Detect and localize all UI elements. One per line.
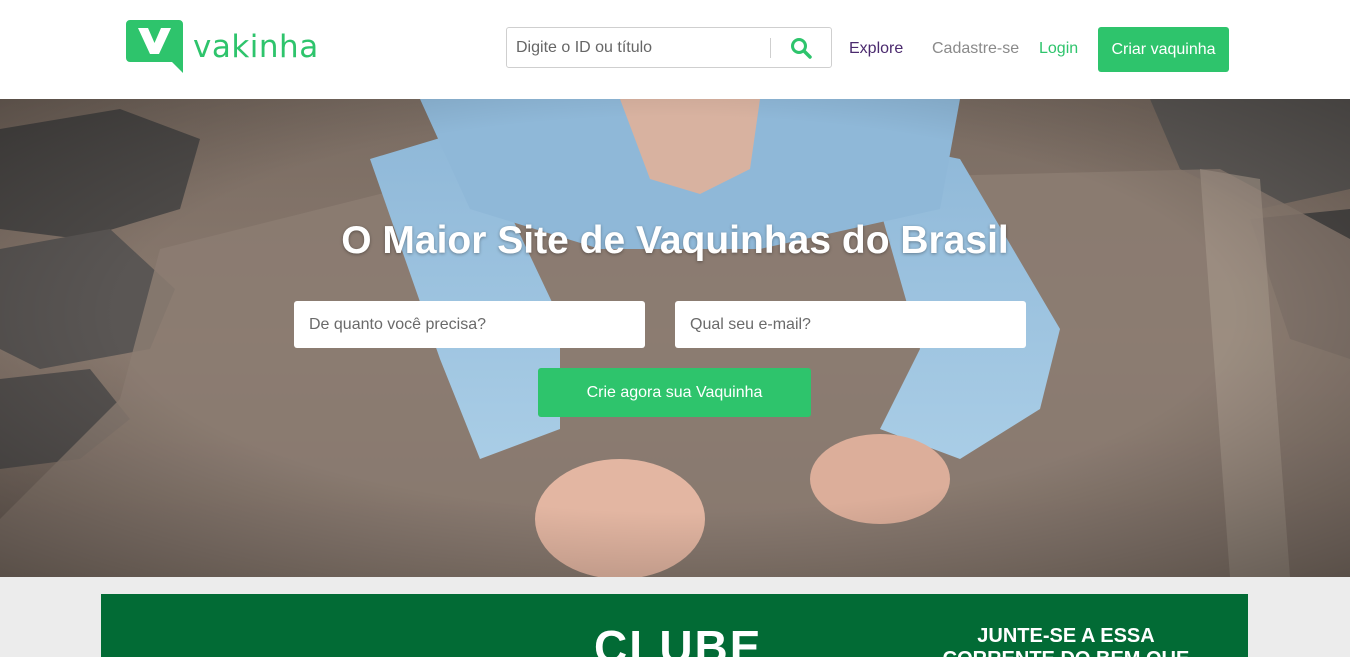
nav-explore-link[interactable]: Explore bbox=[849, 40, 903, 58]
hero-section: O Maior Site de Vaquinhas do Brasil Crie… bbox=[0, 99, 1350, 577]
logo-text: vakinha bbox=[193, 28, 319, 65]
club-banner: CLUBE JUNTE-SE A ESSA CORRENTE DO BEM QU… bbox=[101, 594, 1248, 657]
site-header: vakinha Explore Cadastre-se Login Criar … bbox=[0, 0, 1350, 99]
search-input[interactable] bbox=[507, 28, 771, 67]
club-tagline-line2: CORRENTE DO BEM QUE bbox=[936, 648, 1196, 657]
email-input[interactable] bbox=[675, 301, 1026, 348]
search-box bbox=[506, 27, 832, 68]
club-title: CLUBE bbox=[594, 621, 763, 657]
hero-title: O Maior Site de Vaquinhas do Brasil bbox=[341, 219, 1009, 262]
logo[interactable]: vakinha bbox=[126, 20, 319, 73]
nav-login-link[interactable]: Login bbox=[1039, 40, 1078, 58]
amount-input[interactable] bbox=[294, 301, 645, 348]
create-vaquinha-button[interactable]: Criar vaquinha bbox=[1098, 27, 1229, 72]
search-button[interactable] bbox=[771, 28, 831, 67]
club-tagline: JUNTE-SE A ESSA CORRENTE DO BEM QUE bbox=[936, 625, 1196, 657]
vakinha-logo-icon bbox=[126, 20, 183, 73]
club-tagline-line1: JUNTE-SE A ESSA bbox=[977, 625, 1155, 647]
nav-signup-link[interactable]: Cadastre-se bbox=[932, 40, 1019, 58]
create-now-button[interactable]: Crie agora sua Vaquinha bbox=[538, 368, 811, 417]
search-icon bbox=[791, 37, 812, 59]
